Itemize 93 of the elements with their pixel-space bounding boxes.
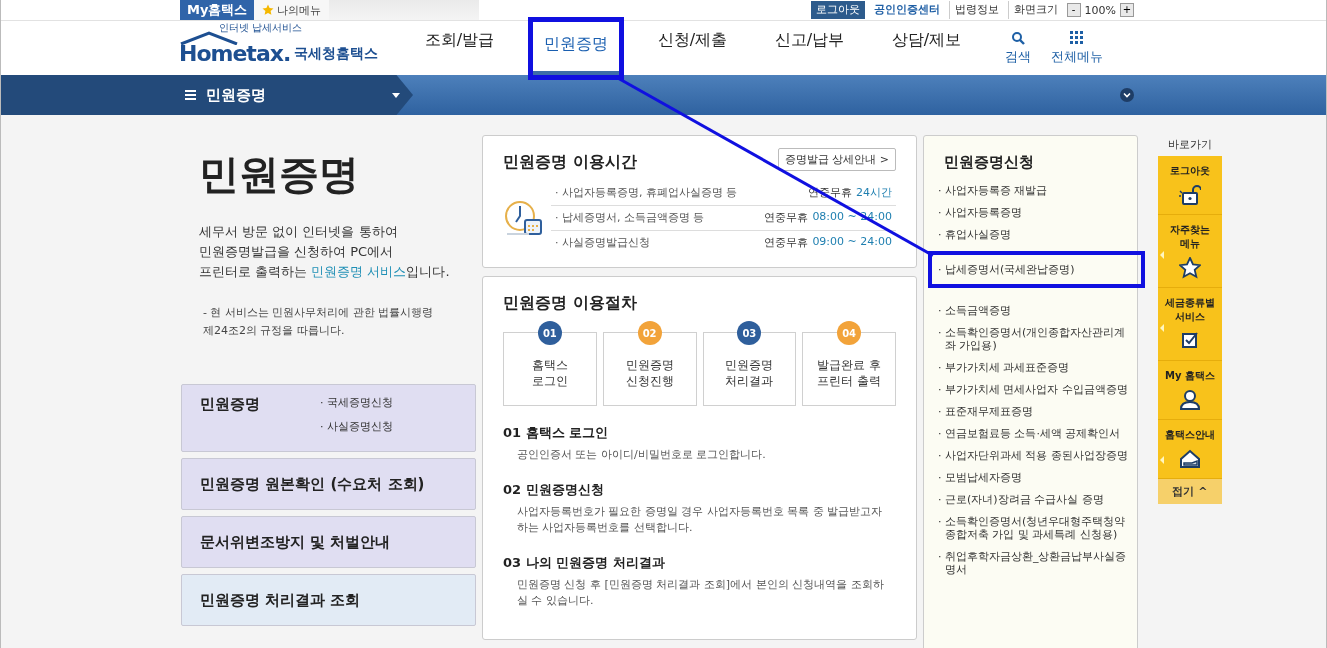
collapse-button[interactable]: 접기 ^ bbox=[1158, 479, 1222, 504]
service-link[interactable]: 민원증명 서비스 bbox=[311, 264, 407, 279]
step-label: 홈택스 로그인 bbox=[531, 357, 568, 389]
star-icon bbox=[1179, 257, 1201, 279]
certificate-link[interactable]: · 모범납세자증명 bbox=[938, 471, 1022, 484]
panel-title: 민원증명신청 bbox=[944, 153, 1035, 172]
menu-card[interactable]: 문서위변조방지 및 처벌안내 bbox=[181, 516, 476, 568]
top-link[interactable]: 공인인증센터 bbox=[868, 1, 945, 19]
certificate-link[interactable]: · 표준재무제표증명 bbox=[938, 405, 1033, 418]
top-link[interactable]: 법령정보 bbox=[948, 1, 1004, 19]
service-days: 연중무휴 bbox=[764, 235, 809, 250]
certificate-link[interactable]: · 소득금액증명 bbox=[938, 304, 1011, 317]
service-name: · 사업자등록증명, 휴폐업사실증명 등 bbox=[555, 185, 738, 200]
card-link[interactable]: · 사실증명신청 bbox=[320, 419, 393, 434]
certificate-link[interactable]: · 사업자등록증 재발급 bbox=[938, 184, 1048, 197]
menu-icon bbox=[1070, 30, 1084, 45]
step-number: 04 bbox=[837, 321, 862, 345]
logo-tagline: 인터넷 납세서비스 bbox=[219, 22, 303, 33]
section-dropdown[interactable]: 민원증명 bbox=[181, 85, 400, 105]
menu-icon bbox=[185, 90, 196, 100]
padlock-icon bbox=[1179, 184, 1201, 206]
step-label: 민원증명 처리결과 bbox=[725, 357, 774, 389]
zoom-in-button[interactable]: + bbox=[1120, 3, 1134, 17]
person-icon bbox=[1179, 389, 1201, 411]
certificate-link[interactable]: · 근로(자녀)장려금 수급사실 증명 bbox=[938, 493, 1104, 506]
certificate-link[interactable]: · 소득확인증명서(개인종합자산관리계좌 가입용) bbox=[938, 326, 1129, 352]
house-icon bbox=[1179, 448, 1201, 470]
certificate-link[interactable]: · 부가가치세 과세표준증명 bbox=[938, 361, 1070, 374]
logo-name: 국세청홈택스 bbox=[294, 45, 379, 63]
section-text: 민원증명 신청 후 [민원증명 처리결과 조회]에서 본인의 신청내역을 조회하실 수 있습니다. bbox=[517, 577, 885, 609]
section-heading: 01 홈택스 로그인 bbox=[503, 424, 610, 442]
service-name: · 납세증명서, 소득금액증명 등 bbox=[555, 210, 705, 225]
card-link[interactable]: · 국세증명신청 bbox=[320, 395, 393, 410]
section-heading: 03 나의 민원증명 처리결과 bbox=[503, 554, 666, 572]
nav-menu-item[interactable]: 신청/제출 bbox=[634, 19, 751, 77]
service-days: 연중무휴 bbox=[764, 210, 809, 225]
quick-menu-item[interactable]: 로그아웃 bbox=[1158, 156, 1222, 215]
certificate-link[interactable]: · 부가가치세 면세사업자 수입금액증명 bbox=[938, 383, 1128, 396]
roof-icon bbox=[179, 31, 239, 45]
certificate-link[interactable]: · 사업자등록증명 bbox=[938, 206, 1022, 219]
panel-title: 민원증명 이용시간 bbox=[503, 152, 637, 173]
step-number: 02 bbox=[637, 321, 662, 345]
nav-menu-item[interactable]: 민원증명 bbox=[531, 19, 621, 77]
service-hours: 24시간 bbox=[856, 185, 892, 200]
certificate-link[interactable]: · 소득확인증명서(청년우대형주택청약종합저축 가입 및 과세특례 신청용) bbox=[938, 515, 1129, 541]
my-menu-link[interactable]: 나의메뉴 bbox=[254, 0, 330, 20]
quick-menu-item[interactable]: 세금종류별 서비스 bbox=[1158, 288, 1222, 361]
zoom-out-button[interactable]: - bbox=[1066, 3, 1081, 17]
quick-menu-item[interactable]: 자주찾는 메뉴 bbox=[1158, 215, 1222, 288]
quick-menu-item[interactable]: 홈택스안내 bbox=[1158, 420, 1222, 479]
top-link[interactable]: 로그아웃 bbox=[810, 1, 865, 19]
tool-button[interactable]: 검색 bbox=[1005, 30, 1031, 66]
expand-icon bbox=[1120, 88, 1134, 102]
card-title: 문서위변조방지 및 처벌안내 bbox=[200, 532, 391, 552]
nav-menu-item[interactable]: 신고/납부 bbox=[751, 19, 868, 77]
section-heading: 02 민원증명신청 bbox=[503, 481, 605, 499]
certificate-link[interactable]: · 사업자단위과세 적용 종된사업장증명 bbox=[938, 449, 1128, 462]
certificate-link[interactable]: · 연금보험료등 소득·세액 공제확인서 bbox=[938, 427, 1121, 440]
menu-card[interactable]: 민원증명 원본확인 (수요처 조회) bbox=[181, 458, 476, 510]
card-title: 민원증명 bbox=[200, 395, 261, 414]
caret-icon bbox=[392, 92, 400, 98]
detail-button[interactable]: 증명발급 상세안내 > bbox=[777, 148, 896, 171]
logo[interactable]: Hometax. bbox=[179, 43, 291, 65]
section-text: 사업자등록번호가 필요한 증명일 경우 사업자등록번호 목록 중 발급받고자 하는 사업자등록번호를 선택합니다. bbox=[517, 504, 884, 536]
step-number: 03 bbox=[737, 321, 762, 345]
card-title: 민원증명 원본확인 (수요처 조회) bbox=[200, 474, 425, 494]
zoom-value: 100% bbox=[1084, 3, 1116, 17]
nav-menu-item[interactable]: 상담/제보 bbox=[868, 19, 985, 77]
certificate-link[interactable]: · 휴업사실증명 bbox=[938, 228, 1011, 241]
top-link[interactable]: 화면크기 bbox=[1007, 1, 1063, 19]
menu-card[interactable]: 민원증명 · 국세증명신청 · 사실증명신청 bbox=[181, 384, 476, 452]
card-title: 민원증명 처리결과 조회 bbox=[200, 590, 361, 610]
step-number: 01 bbox=[537, 321, 562, 345]
step-label: 발급완료 후 프린터 출력 bbox=[817, 357, 882, 389]
menu-card[interactable]: 민원증명 처리결과 조회 bbox=[181, 574, 476, 626]
certificate-link[interactable]: · 납세증명서(국세완납증명) bbox=[938, 263, 1075, 276]
panel-title: 민원증명 이용절차 bbox=[503, 293, 638, 314]
search-icon bbox=[1011, 30, 1025, 45]
clock-calendar-icon bbox=[503, 198, 543, 238]
quick-menu-title: 바로가기 bbox=[1167, 137, 1213, 153]
note-text: - 현 서비스는 민원사무처리에 관한 법률시행령 제24조2의 규정을 따릅니다. bbox=[203, 305, 435, 339]
star-icon bbox=[262, 4, 275, 16]
step-label: 민원증명 신청진행 bbox=[625, 357, 674, 389]
page-title: 민원증명 bbox=[199, 150, 360, 199]
service-hours: 09:00 ~ 24:00 bbox=[812, 235, 892, 250]
section-text: 공인인증서 또는 아이디/비밀번호로 로그인합니다. bbox=[517, 447, 767, 463]
service-name: · 사실증명발급신청 bbox=[555, 235, 650, 250]
certificate-link[interactable]: · 취업후학자금상환_상환금납부사실증명서 bbox=[938, 550, 1129, 576]
tool-button[interactable]: 전체메뉴 bbox=[1051, 30, 1103, 66]
nav-menu-item[interactable]: 조회/발급 bbox=[401, 19, 518, 77]
my-hometax-tab[interactable]: My홈택스 bbox=[180, 0, 255, 20]
quick-menu-item[interactable]: My 홈택스 bbox=[1158, 361, 1222, 420]
intro-paragraph: 세무서 방문 없이 인터넷을 통하여 민원증명발급을 신청하여 PC에서 프린터로 출력하는 민원증명 서비스입니다. bbox=[199, 223, 451, 281]
